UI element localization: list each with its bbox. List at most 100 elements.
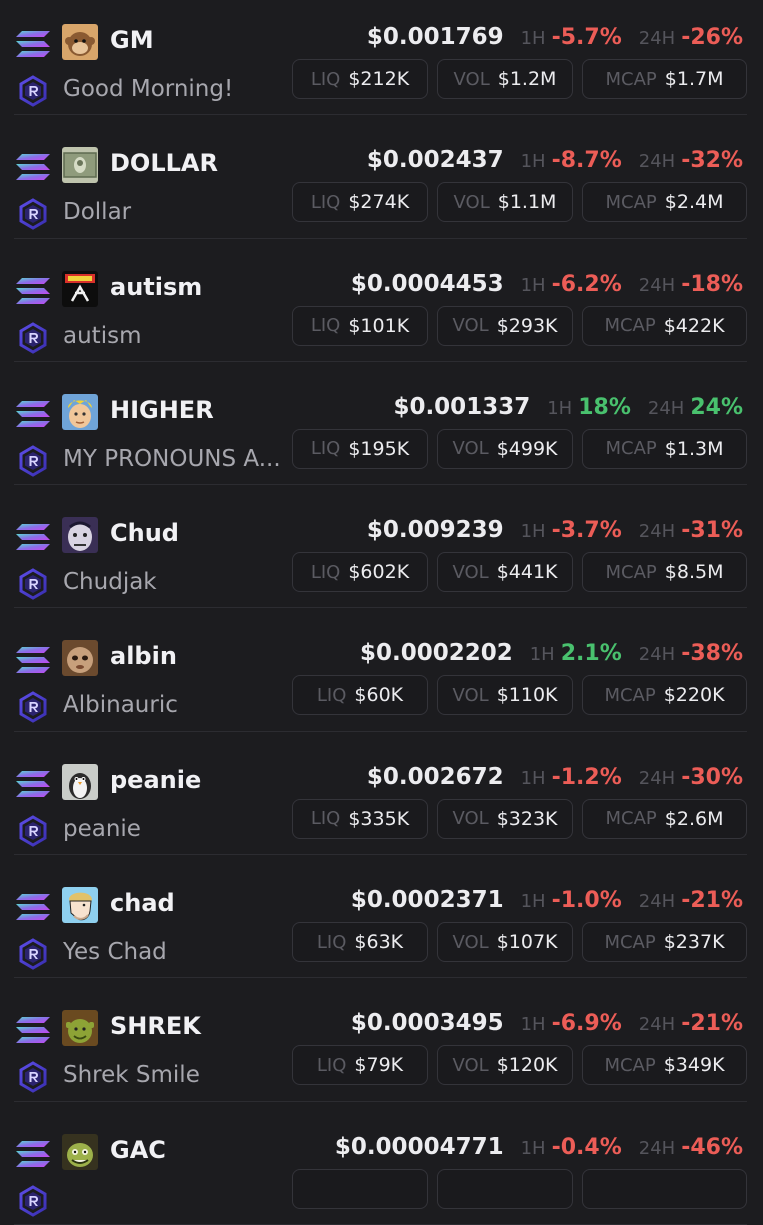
volume-value: $293K xyxy=(496,314,558,337)
token-row-higher[interactable]: HIGHER MY PRONOUNS A... $0.001337 1H 18%… xyxy=(0,362,763,486)
token-row-albin[interactable]: albin Albinauric $0.0002202 1H 2.1% 24H … xyxy=(0,608,763,733)
h1-label: 1H xyxy=(520,767,546,789)
liquidity-pill[interactable]: LIQ $60K xyxy=(292,675,428,716)
dollar-bill-icon xyxy=(62,147,98,184)
price-line: $0.001769 1H -5.7% 24H -26% xyxy=(367,24,743,50)
price-line: $0.002437 1H -8.7% 24H -32% xyxy=(367,147,743,173)
token-row-shrek[interactable]: SHREK Shrek Smile $0.0003495 1H -6.9% 24… xyxy=(0,978,763,1102)
liquidity-pill[interactable]: LIQ $602K xyxy=(292,552,428,593)
market-cap-pill[interactable]: MCAP $1.3M xyxy=(582,428,747,469)
volume-pill[interactable]: VOL $441K xyxy=(437,552,573,593)
market-cap-label: MCAP xyxy=(604,315,656,337)
token-row-peanie[interactable]: peanie peanie $0.002672 1H -1.2% 24H -30… xyxy=(0,732,763,856)
market-cap-pill[interactable] xyxy=(582,1168,747,1209)
h1-label: 1H xyxy=(520,1137,546,1159)
h1-change: -8.7% xyxy=(551,148,622,174)
volume-pill[interactable]: VOL $1.1M xyxy=(437,182,573,223)
market-cap-label: MCAP xyxy=(605,191,657,213)
liquidity-pill[interactable]: LIQ $212K xyxy=(292,59,428,99)
token-name: autism xyxy=(63,322,142,349)
h24-label: 24H xyxy=(638,891,676,913)
token-stats: LIQ $195K VOL $499K MCAP $1.3M xyxy=(292,428,747,469)
solana-icon xyxy=(16,277,50,304)
h24-change: -21% xyxy=(681,888,743,914)
h24-label: 24H xyxy=(638,1137,676,1159)
market-cap-pill[interactable]: MCAP $1.7M xyxy=(582,59,747,99)
volume-pill[interactable]: VOL $293K xyxy=(437,305,573,346)
volume-pill[interactable] xyxy=(437,1168,573,1209)
dollar-bill-icon xyxy=(62,147,98,184)
liquidity-value: $212K xyxy=(348,68,410,90)
market-cap-pill[interactable]: MCAP $220K xyxy=(582,675,747,716)
token-stats: LIQ $79K VOL $120K MCAP $349K xyxy=(292,1045,747,1086)
token-stats: LIQ $274K VOL $1.1M MCAP $2.4M xyxy=(292,182,747,223)
market-cap-value: $422K xyxy=(663,314,725,337)
liquidity-value: $335K xyxy=(348,807,410,830)
market-cap-value: $237K xyxy=(663,931,725,954)
goblin-face-icon xyxy=(62,1133,98,1170)
liquidity-pill[interactable] xyxy=(292,1168,428,1209)
liquidity-pill[interactable]: LIQ $101K xyxy=(292,305,428,346)
token-price: $0.001337 xyxy=(393,393,531,420)
liquidity-pill[interactable]: LIQ $63K xyxy=(292,922,428,963)
hero-face-icon xyxy=(62,393,98,430)
market-cap-pill[interactable]: MCAP $2.4M xyxy=(582,182,747,223)
liquidity-pill[interactable]: LIQ $274K xyxy=(292,182,428,223)
market-cap-pill[interactable]: MCAP $8.5M xyxy=(582,552,747,593)
volume-pill[interactable]: VOL $110K xyxy=(437,675,573,716)
market-cap-pill[interactable]: MCAP $237K xyxy=(582,922,747,963)
liquidity-label: LIQ xyxy=(310,808,341,830)
price-line: $0.0002202 1H 2.1% 24H -38% xyxy=(360,640,743,666)
h1-change: -1.2% xyxy=(551,764,622,790)
volume-pill[interactable]: VOL $120K xyxy=(437,1045,573,1086)
volume-pill[interactable]: VOL $499K xyxy=(437,428,573,469)
solana-icon xyxy=(16,1017,50,1044)
volume-label: VOL xyxy=(452,438,489,460)
volume-label: VOL xyxy=(452,931,489,953)
token-name: Good Morning! xyxy=(63,76,234,102)
volume-value: $499K xyxy=(496,437,558,460)
volume-pill[interactable]: VOL $1.2M xyxy=(437,59,573,99)
token-row-gm[interactable]: GM Good Morning! $0.001769 1H -5.7% 24H … xyxy=(0,0,763,116)
h24-change: -30% xyxy=(681,764,743,790)
token-row-chud[interactable]: Chud Chudjak $0.009239 1H -3.7% 24H -31%… xyxy=(0,485,763,609)
penguin-icon xyxy=(62,763,98,800)
volume-value: $120K xyxy=(496,1054,558,1077)
h24-label: 24H xyxy=(638,1014,676,1036)
market-cap-label: MCAP xyxy=(605,68,657,90)
token-price: $0.0002371 xyxy=(350,887,504,914)
token-ticker: HIGHER xyxy=(110,395,214,424)
liquidity-pill[interactable]: LIQ $79K xyxy=(292,1045,428,1086)
raydium-icon xyxy=(19,568,47,600)
liquidity-value: $60K xyxy=(354,684,404,707)
liquidity-pill[interactable]: LIQ $335K xyxy=(292,798,428,839)
token-row-chad[interactable]: chad Yes Chad $0.0002371 1H -1.0% 24H -2… xyxy=(0,855,763,979)
raydium-icon xyxy=(19,321,47,354)
volume-value: $1.1M xyxy=(497,191,557,214)
volume-pill[interactable]: VOL $107K xyxy=(437,922,573,963)
liquidity-label: LIQ xyxy=(316,684,347,706)
h1-label: 1H xyxy=(520,521,546,543)
h24-change: 24% xyxy=(690,394,743,420)
token-ticker: Chud xyxy=(110,519,179,548)
token-row-dollar[interactable]: DOLLAR Dollar $0.002437 1H -8.7% 24H -32… xyxy=(0,115,763,239)
price-line: $0.0003495 1H -6.9% 24H -21% xyxy=(351,1010,743,1036)
volume-pill[interactable]: VOL $323K xyxy=(437,798,573,839)
h24-change: -18% xyxy=(681,271,743,297)
market-cap-pill[interactable]: MCAP $422K xyxy=(582,305,747,346)
token-row-autism[interactable]: autism autism $0.0004453 1H -6.2% 24H -1… xyxy=(0,239,763,363)
liquidity-value: $602K xyxy=(348,561,410,584)
hero-face-icon xyxy=(62,393,98,430)
liquidity-value: $63K xyxy=(354,931,404,954)
raydium-icon xyxy=(19,1061,47,1094)
h1-change: -0.4% xyxy=(551,1134,622,1160)
token-row-gac[interactable]: GAC $0.00004771 1H -0.4% 24H -46% xyxy=(0,1102,763,1225)
market-cap-pill[interactable]: MCAP $349K xyxy=(582,1045,747,1086)
token-name: Shrek Smile xyxy=(63,1062,200,1089)
market-cap-label: MCAP xyxy=(605,561,657,583)
market-cap-pill[interactable]: MCAP $2.6M xyxy=(582,798,747,839)
market-cap-value: $349K xyxy=(663,1054,725,1077)
token-ticker: GM xyxy=(110,26,154,54)
liquidity-pill[interactable]: LIQ $195K xyxy=(292,428,428,469)
chudjak-face-icon xyxy=(62,517,98,554)
